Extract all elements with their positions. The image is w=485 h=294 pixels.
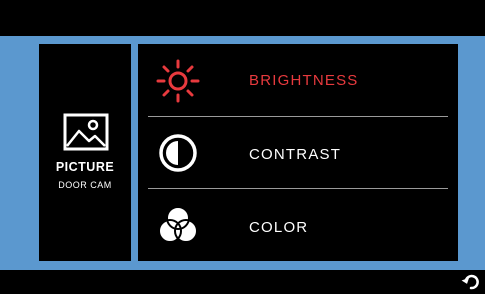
bottom-bar (0, 270, 485, 294)
brightness-label: BRIGHTNESS (249, 72, 359, 89)
screen: PICTURE DOOR CAM BRIGHTNESS CONTRAST COL… (0, 0, 485, 294)
top-bar (0, 0, 485, 36)
panel-title: PICTURE (55, 160, 115, 174)
color-label: COLOR (249, 219, 309, 236)
back-icon[interactable] (460, 271, 482, 293)
contrast-label: CONTRAST (249, 146, 342, 163)
menu-item-color[interactable]: COLOR (138, 189, 458, 261)
brightness-icon (156, 59, 200, 103)
contrast-icon (159, 134, 197, 172)
menu-item-contrast[interactable]: CONTRAST (138, 117, 458, 189)
panel-divider (131, 44, 138, 261)
panel-subtitle: DOOR CAM (58, 180, 112, 190)
picture-panel (39, 44, 131, 261)
menu-item-brightness[interactable]: BRIGHTNESS (138, 44, 458, 116)
picture-icon (63, 113, 109, 151)
color-icon (158, 206, 198, 243)
